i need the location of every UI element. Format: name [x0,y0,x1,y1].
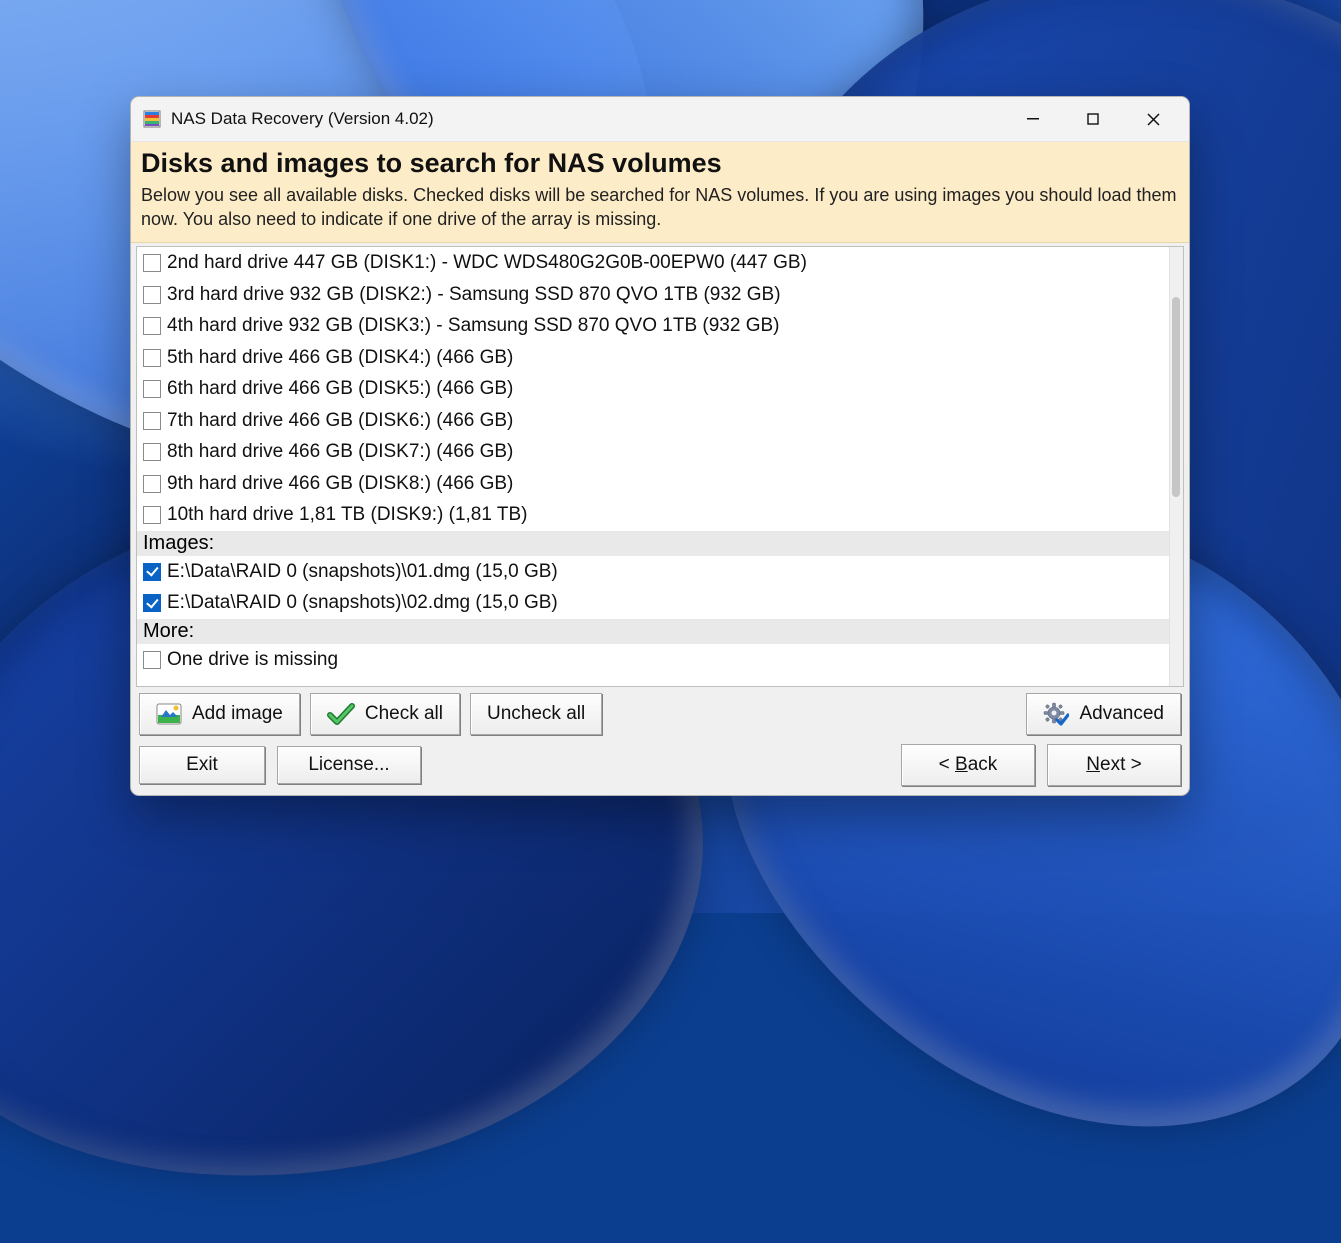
image-item-row[interactable]: E:\Data\RAID 0 (snapshots)\02.dmg (15,0 … [137,587,1169,619]
maximize-button[interactable] [1063,100,1123,138]
disk-item-row[interactable]: 7th hard drive 466 GB (DISK6:) (466 GB) [137,405,1169,437]
check-all-label: Check all [365,703,443,725]
advanced-label: Advanced [1079,703,1164,725]
next-label: Next > [1086,754,1141,776]
back-label: < Back [939,754,998,776]
disk-item-row[interactable]: 5th hard drive 466 GB (DISK4:) (466 GB) [137,342,1169,374]
disk-item-label: 3rd hard drive 932 GB (DISK2:) - Samsung… [167,281,781,310]
check-all-button[interactable]: Check all [310,693,460,735]
add-image-label: Add image [192,703,283,725]
disk-item-label: 10th hard drive 1,81 TB (DISK9:) (1,81 T… [167,501,527,530]
advanced-button[interactable]: Advanced [1026,693,1181,735]
gear-check-icon [1043,702,1069,726]
image-item-checkbox[interactable] [143,563,161,581]
disk-item-label: 9th hard drive 466 GB (DISK8:) (466 GB) [167,470,513,499]
app-icon [143,110,161,128]
disk-item-checkbox[interactable] [143,412,161,430]
uncheck-all-button[interactable]: Uncheck all [470,693,602,735]
disk-item-label: 7th hard drive 466 GB (DISK6:) (466 GB) [167,407,513,436]
disk-item-label: 8th hard drive 466 GB (DISK7:) (466 GB) [167,438,513,467]
disk-item-checkbox[interactable] [143,254,161,272]
uncheck-all-label: Uncheck all [487,703,585,725]
disk-list-panel: 2nd hard drive 447 GB (DISK1:) - WDC WDS… [136,246,1184,687]
images-section-header: Images: [137,531,1169,556]
titlebar[interactable]: NAS Data Recovery (Version 4.02) [131,97,1189,142]
image-item-checkbox[interactable] [143,594,161,612]
disk-item-checkbox[interactable] [143,349,161,367]
disk-item-row[interactable]: 8th hard drive 466 GB (DISK7:) (466 GB) [137,436,1169,468]
disk-item-row[interactable]: 4th hard drive 932 GB (DISK3:) - Samsung… [137,310,1169,342]
disk-item-row[interactable]: 6th hard drive 466 GB (DISK5:) (466 GB) [137,373,1169,405]
disk-item-checkbox[interactable] [143,317,161,335]
more-item-label: One drive is missing [167,646,338,675]
add-image-button[interactable]: Add image [139,693,300,735]
window-title: NAS Data Recovery (Version 4.02) [171,109,434,129]
disk-list[interactable]: 2nd hard drive 447 GB (DISK1:) - WDC WDS… [137,247,1169,686]
license-label: License... [308,754,389,776]
next-button[interactable]: Next > [1047,744,1181,786]
action-toolbar: Add image Check all Uncheck all [139,692,1181,736]
disk-item-checkbox[interactable] [143,380,161,398]
disk-item-label: 5th hard drive 466 GB (DISK4:) (466 GB) [167,344,513,373]
license-button[interactable]: License... [277,746,421,784]
disk-item-checkbox[interactable] [143,443,161,461]
page-title: Disks and images to search for NAS volum… [141,148,1179,179]
wizard-nav: Exit License... < Back Next > [139,745,1181,785]
image-item-label: E:\Data\RAID 0 (snapshots)\01.dmg (15,0 … [167,558,558,587]
check-icon [327,702,355,726]
scrollbar-thumb[interactable] [1172,297,1180,497]
disk-item-checkbox[interactable] [143,506,161,524]
more-section-header: More: [137,619,1169,644]
minimize-button[interactable] [1003,100,1063,138]
disk-item-label: 2nd hard drive 447 GB (DISK1:) - WDC WDS… [167,249,807,278]
disk-item-row[interactable]: 9th hard drive 466 GB (DISK8:) (466 GB) [137,468,1169,500]
exit-label: Exit [186,754,218,776]
disk-item-row[interactable]: 2nd hard drive 447 GB (DISK1:) - WDC WDS… [137,247,1169,279]
exit-button[interactable]: Exit [139,746,265,784]
more-item-checkbox[interactable] [143,651,161,669]
disk-item-row[interactable]: 3rd hard drive 932 GB (DISK2:) - Samsung… [137,279,1169,311]
more-item-row[interactable]: One drive is missing [137,644,1169,676]
disk-item-label: 6th hard drive 466 GB (DISK5:) (466 GB) [167,375,513,404]
disk-item-row[interactable]: 10th hard drive 1,81 TB (DISK9:) (1,81 T… [137,499,1169,531]
image-icon [156,703,182,725]
page-header: Disks and images to search for NAS volum… [131,142,1189,243]
close-button[interactable] [1123,100,1183,138]
image-item-label: E:\Data\RAID 0 (snapshots)\02.dmg (15,0 … [167,589,558,618]
disk-item-checkbox[interactable] [143,475,161,493]
disk-item-label: 4th hard drive 932 GB (DISK3:) - Samsung… [167,312,780,341]
scrollbar[interactable] [1169,247,1183,686]
app-window: NAS Data Recovery (Version 4.02) Disks a… [130,96,1190,796]
disk-item-checkbox[interactable] [143,286,161,304]
page-description: Below you see all available disks. Check… [141,183,1179,232]
back-button[interactable]: < Back [901,744,1035,786]
image-item-row[interactable]: E:\Data\RAID 0 (snapshots)\01.dmg (15,0 … [137,556,1169,588]
